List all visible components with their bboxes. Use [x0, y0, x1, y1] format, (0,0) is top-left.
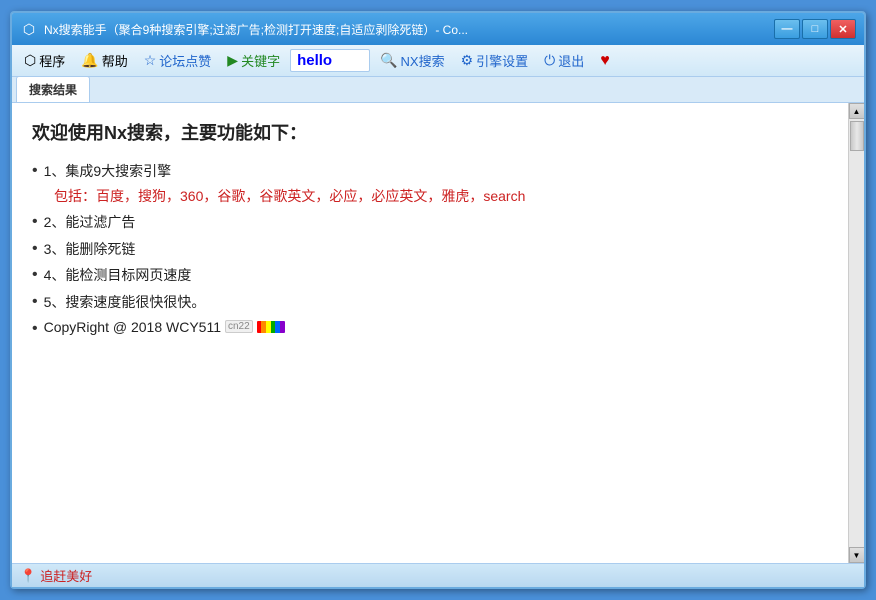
- status-label: 追赶美好: [40, 566, 92, 585]
- menu-engine-settings[interactable]: ⚙ 引擎设置: [455, 48, 535, 73]
- title-controls: — □ ✕: [774, 19, 856, 39]
- power-icon: ⏻: [544, 52, 555, 69]
- rainbow-flag-icon: [257, 321, 285, 333]
- program-icon: ⬡: [24, 52, 36, 69]
- copyright-line: CopyRight @ 2018 WCY511 cn22: [44, 319, 285, 335]
- menu-forum-label: 论坛点赞: [159, 51, 211, 70]
- menu-program-label: 程序: [39, 51, 65, 70]
- menu-quit-label: 退出: [558, 51, 584, 70]
- list-item: • 5、搜索速度能很快很快。: [32, 292, 828, 313]
- heart-icon: ♥: [600, 52, 610, 70]
- feature-text-2: 2、能过滤广告: [44, 212, 136, 232]
- copyright-text: CopyRight @ 2018 WCY511: [44, 319, 221, 335]
- maximize-button[interactable]: □: [802, 19, 828, 39]
- bullet-icon: •: [32, 239, 38, 260]
- bullet-icon: •: [32, 161, 38, 182]
- menu-bar: ⬡ 程序 🔔 帮助 ☆ 论坛点赞 ▶ 关键字 🔍 NX搜索 ⚙ 引擎设置 ⏻ 退…: [12, 45, 864, 77]
- menu-nx-search-label: NX搜索: [401, 51, 445, 70]
- play-icon: ▶: [227, 52, 238, 69]
- tab-bar: 搜索结果: [12, 77, 864, 103]
- feature-list: • 1、集成9大搜索引擎 包括：百度，搜狗，360，谷歌，谷歌英文，必应，必应英…: [32, 161, 828, 340]
- menu-engine-label: 引擎设置: [476, 51, 528, 70]
- menu-program[interactable]: ⬡ 程序: [18, 48, 71, 73]
- feature-subtext-1: 包括：百度，搜狗，360，谷歌，谷歌英文，必应，必应英文，雅虎，search: [54, 186, 828, 206]
- scrollbar-up-button[interactable]: ▲: [849, 103, 865, 119]
- content-area: 欢迎使用Nx搜索，主要功能如下： • 1、集成9大搜索引擎 包括：百度，搜狗，3…: [12, 103, 864, 563]
- scrollbar-thumb[interactable]: [850, 121, 864, 151]
- list-item: • 2、能过滤广告: [32, 212, 828, 233]
- bullet-icon: •: [32, 319, 38, 340]
- search-icon: 🔍: [380, 52, 397, 69]
- feature-text-5: 5、搜索速度能很快很快。: [44, 292, 206, 312]
- menu-keyword[interactable]: ▶ 关键字: [221, 48, 286, 73]
- scrollbar-thumb-area: [849, 119, 864, 547]
- title-bar-left: ⬡ Nx搜索能手（聚合9种搜索引擎;过滤广告;检测打开速度;自适应剥除死链）- …: [20, 20, 774, 38]
- main-window: ⬡ Nx搜索能手（聚合9种搜索引擎;过滤广告;检测打开速度;自适应剥除死链）- …: [10, 11, 866, 589]
- bullet-icon: •: [32, 265, 38, 286]
- menu-forum[interactable]: ☆ 论坛点赞: [138, 48, 218, 73]
- content-scroll[interactable]: 欢迎使用Nx搜索，主要功能如下： • 1、集成9大搜索引擎 包括：百度，搜狗，3…: [12, 103, 848, 563]
- status-bar: 📍 追赶美好: [12, 563, 864, 587]
- window-title: Nx搜索能手（聚合9种搜索引擎;过滤广告;检测打开速度;自适应剥除死链）- Co…: [44, 21, 468, 38]
- list-item-copyright: • CopyRight @ 2018 WCY511 cn22: [32, 319, 828, 340]
- menu-heart[interactable]: ♥: [594, 49, 616, 73]
- menu-help[interactable]: 🔔 帮助: [75, 48, 133, 73]
- list-item: • 1、集成9大搜索引擎: [32, 161, 828, 182]
- bullet-icon: •: [32, 292, 38, 313]
- keyword-input[interactable]: [290, 49, 370, 72]
- cn22-badge: cn22: [225, 320, 253, 333]
- feature-text-4: 4、能检测目标网页速度: [44, 265, 192, 285]
- menu-keyword-label: 关键字: [241, 51, 280, 70]
- menu-nx-search[interactable]: 🔍 NX搜索: [374, 48, 451, 73]
- app-icon: ⬡: [20, 20, 38, 38]
- title-bar: ⬡ Nx搜索能手（聚合9种搜索引擎;过滤广告;检测打开速度;自适应剥除死链）- …: [12, 13, 864, 45]
- menu-quit[interactable]: ⏻ 退出: [538, 48, 590, 73]
- tab-search-results[interactable]: 搜索结果: [16, 76, 90, 102]
- pin-icon: 📍: [20, 568, 36, 584]
- scrollbar-down-button[interactable]: ▼: [849, 547, 865, 563]
- status-text: 📍 追赶美好: [20, 566, 92, 585]
- gear-icon: ⚙: [461, 52, 474, 69]
- list-item: • 4、能检测目标网页速度: [32, 265, 828, 286]
- welcome-title: 欢迎使用Nx搜索，主要功能如下：: [32, 119, 828, 145]
- list-item: • 3、能删除死链: [32, 239, 828, 260]
- close-button[interactable]: ✕: [830, 19, 856, 39]
- menu-help-label: 帮助: [102, 51, 128, 70]
- minimize-button[interactable]: —: [774, 19, 800, 39]
- scrollbar: ▲ ▼: [848, 103, 864, 563]
- feature-text-1: 1、集成9大搜索引擎: [44, 161, 172, 181]
- bullet-icon: •: [32, 212, 38, 233]
- star-icon: ☆: [144, 52, 157, 69]
- bell-icon: 🔔: [81, 52, 98, 69]
- tab-search-results-label: 搜索结果: [29, 83, 77, 97]
- feature-text-3: 3、能删除死链: [44, 239, 136, 259]
